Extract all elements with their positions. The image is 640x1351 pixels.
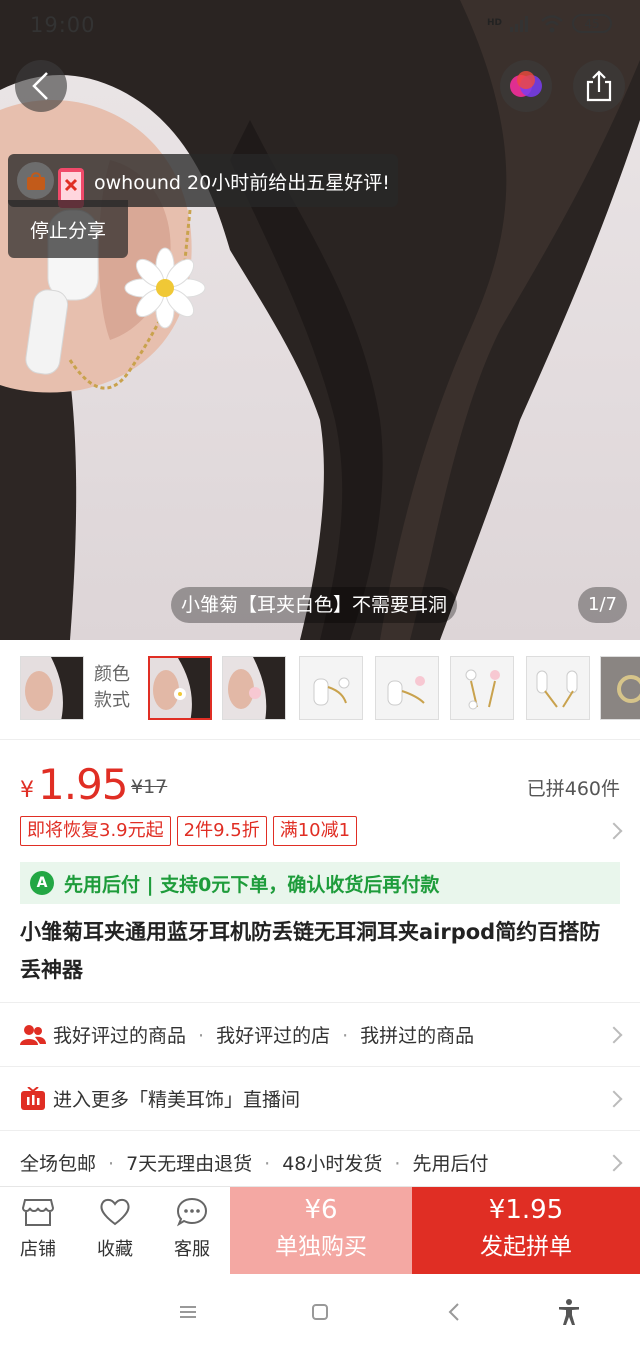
- chevron-right-icon: [605, 1026, 623, 1044]
- thumbnail-6[interactable]: [450, 656, 514, 720]
- customer-service-button[interactable]: 客服: [157, 1197, 227, 1261]
- stop-share-button[interactable]: 停止分享: [8, 200, 128, 258]
- service-item: 全场包邮: [20, 1153, 97, 1175]
- chevron-right-icon: [605, 1090, 623, 1108]
- accessibility-icon[interactable]: [557, 1298, 581, 1326]
- review-toast-text: owhound 20小时前给出五星好评!: [94, 172, 390, 194]
- thumbnail-image: [223, 657, 285, 719]
- thumbnail-8[interactable]: [600, 656, 640, 720]
- buy-single-button[interactable]: ¥6 单独购买: [230, 1187, 412, 1275]
- thumbnail-image: [451, 657, 513, 719]
- bag-icon: [26, 171, 45, 190]
- home-icon[interactable]: [311, 1303, 329, 1321]
- status-bar: 19:00 HD 45: [0, 0, 640, 50]
- variant-thumbnail-strip[interactable]: 颜色款式: [0, 640, 640, 740]
- color-style-label: 颜色款式: [94, 664, 130, 711]
- share-icon: [586, 70, 612, 102]
- live-room-text: 进入更多「精美耳饰」直播间: [53, 1089, 301, 1111]
- reviewer-avatar: [17, 162, 54, 199]
- promo-tag[interactable]: 即将恢复3.9元起: [20, 816, 171, 846]
- favorite-button[interactable]: 收藏: [80, 1197, 150, 1261]
- store-button[interactable]: 店铺: [3, 1197, 73, 1261]
- thumbnail-1[interactable]: [20, 656, 84, 720]
- promo-tag[interactable]: 2件9.5折: [176, 816, 267, 846]
- service-item: 7天无理由退货: [126, 1153, 253, 1175]
- bottom-action-bar: 店铺 收藏 客服 ¥6 单独购买 ¥1.95 发起拼单: [0, 1186, 640, 1275]
- pdd-logo-icon: [510, 71, 542, 97]
- system-nav-bar: [0, 1274, 640, 1351]
- promo-tags[interactable]: 即将恢复3.9元起 2件9.5折 满10减1: [20, 816, 358, 846]
- back-button[interactable]: [15, 60, 67, 112]
- thumbnail-image: [300, 657, 362, 719]
- chat-icon: [176, 1197, 208, 1227]
- thumbnail-7[interactable]: [526, 656, 590, 720]
- store-icon: [21, 1199, 55, 1226]
- original-price: ¥17: [131, 776, 168, 798]
- group-price: ¥1.95: [488, 1195, 564, 1225]
- status-time: 19:00: [30, 13, 96, 37]
- pay-later-text: 先用后付 | 支持0元下单，确认收货后再付款: [64, 873, 440, 896]
- price-row: ¥ 1.95 ¥17 已拼460件: [0, 760, 640, 810]
- battery-indicator: 45: [572, 14, 612, 33]
- service-item: 先用后付: [412, 1153, 489, 1175]
- group-label: 发起拼单: [480, 1234, 572, 1260]
- history-item[interactable]: 我拼过的商品: [360, 1025, 474, 1047]
- wifi-icon: [541, 14, 563, 32]
- service-row[interactable]: 全场包邮 · 7天无理由退货 · 48小时发货 · 先用后付: [0, 1130, 640, 1194]
- thumbnail-5[interactable]: [375, 656, 439, 720]
- menu-icon[interactable]: [178, 1304, 198, 1320]
- service-item: 48小时发货: [282, 1153, 383, 1175]
- thumbnail-3[interactable]: [222, 656, 286, 720]
- history-row[interactable]: 我好评过的商品 · 我好评过的店 · 我拼过的商品: [0, 1002, 640, 1066]
- thumbnail-image: [601, 657, 640, 719]
- currency-symbol: ¥: [20, 778, 34, 803]
- chevron-left-icon: [32, 72, 48, 100]
- live-tv-icon: [21, 1087, 45, 1110]
- thumbnail-image: [376, 657, 438, 719]
- signal-icon: [510, 15, 528, 32]
- thumbnail-selected[interactable]: [148, 656, 212, 720]
- single-label: 单独购买: [275, 1234, 367, 1260]
- history-links: 我好评过的商品 · 我好评过的店 · 我拼过的商品: [53, 1025, 475, 1047]
- pay-later-icon: A: [30, 871, 54, 895]
- store-label: 店铺: [20, 1239, 56, 1260]
- sold-count: 已拼460件: [526, 778, 620, 800]
- thumbnail-4[interactable]: [299, 656, 363, 720]
- service-list: 全场包邮 · 7天无理由退货 · 48小时发货 · 先用后付: [20, 1153, 489, 1175]
- promo-tag[interactable]: 满10减1: [272, 816, 358, 846]
- users-icon: [20, 1025, 46, 1045]
- product-title: 小雏菊耳夹通用蓝牙耳机防丢链无耳洞耳夹airpod简约百搭防丢神器: [20, 920, 601, 982]
- heart-icon: [100, 1198, 130, 1226]
- image-counter: 1/7: [578, 587, 627, 623]
- single-price: ¥6: [304, 1195, 338, 1225]
- history-item[interactable]: 我好评过的店: [216, 1025, 330, 1047]
- chevron-right-icon[interactable]: [605, 822, 623, 840]
- thumbnail-image: [527, 657, 589, 719]
- history-item[interactable]: 我好评过的商品: [53, 1025, 186, 1047]
- pdd-logo-button[interactable]: [500, 60, 552, 112]
- chevron-right-icon: [605, 1154, 623, 1172]
- product-image-carousel[interactable]: 19:00 HD 45 owhound 20小时前给出五星好评! 停止分享 小雏…: [0, 0, 640, 640]
- live-room-row[interactable]: 进入更多「精美耳饰」直播间: [0, 1066, 640, 1130]
- thumbnail-image: [21, 657, 83, 719]
- back-nav-icon[interactable]: [447, 1302, 461, 1322]
- image-caption: 小雏菊【耳夹白色】不需要耳洞: [171, 587, 458, 623]
- network-hd-label: HD: [486, 18, 502, 28]
- current-price: 1.95: [38, 760, 129, 809]
- customer-service-label: 客服: [174, 1239, 210, 1260]
- pay-later-banner[interactable]: A 先用后付 | 支持0元下单，确认收货后再付款: [20, 862, 620, 904]
- thumbnail-image: [150, 658, 210, 718]
- start-group-buy-button[interactable]: ¥1.95 发起拼单: [412, 1187, 640, 1275]
- favorite-label: 收藏: [97, 1239, 133, 1260]
- share-button[interactable]: [573, 60, 625, 112]
